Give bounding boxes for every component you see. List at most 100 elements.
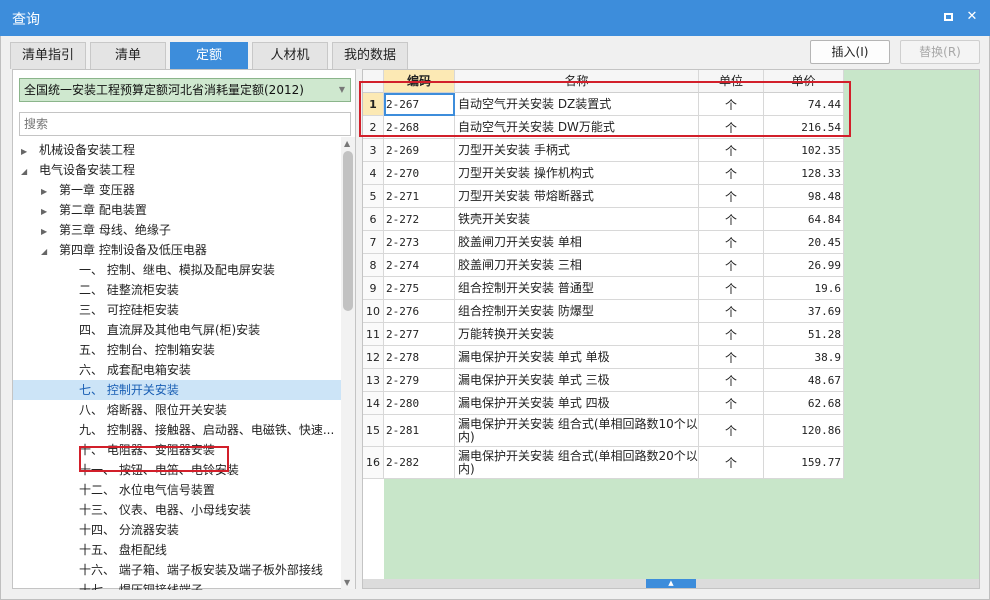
cell-unit[interactable]: 个 bbox=[699, 300, 764, 323]
close-icon[interactable]: ✕ bbox=[964, 9, 980, 25]
cell-price[interactable]: 102.35 bbox=[764, 139, 844, 162]
cell-code[interactable]: 2-270 bbox=[384, 162, 455, 185]
tree-item[interactable]: 九、 控制器、接触器、启动器、电磁铁、快速... bbox=[13, 420, 341, 440]
search-input[interactable] bbox=[19, 112, 351, 136]
cell-unit[interactable]: 个 bbox=[699, 208, 764, 231]
cell-name[interactable]: 胶盖闸刀开关安装 单相 bbox=[455, 231, 699, 254]
tree-item[interactable]: 六、 成套配电箱安装 bbox=[13, 360, 341, 380]
chevron-down-icon[interactable]: ▼ bbox=[339, 79, 345, 101]
maximize-icon[interactable] bbox=[940, 9, 956, 25]
tree-item[interactable]: 三、 可控硅柜安装 bbox=[13, 300, 341, 320]
cell-name[interactable]: 漏电保护开关安装 组合式(单相回路数20个以内) bbox=[455, 447, 699, 479]
cell-code[interactable]: 2-280 bbox=[384, 392, 455, 415]
cell-unit[interactable]: 个 bbox=[699, 323, 764, 346]
cell-price[interactable]: 48.67 bbox=[764, 369, 844, 392]
cell-code[interactable]: 2-279 bbox=[384, 369, 455, 392]
tree-item[interactable]: 八、 熔断器、限位开关安装 bbox=[13, 400, 341, 420]
cell-unit[interactable]: 个 bbox=[699, 139, 764, 162]
cell-unit[interactable]: 个 bbox=[699, 447, 764, 479]
cell-price[interactable]: 20.45 bbox=[764, 231, 844, 254]
cell-unit[interactable]: 个 bbox=[699, 415, 764, 447]
cell-code[interactable]: 2-272 bbox=[384, 208, 455, 231]
scroll-thumb[interactable] bbox=[343, 151, 353, 311]
tree-item[interactable]: ▶ 机械设备安装工程 bbox=[13, 140, 341, 160]
scroll-up-icon[interactable]: ▲ bbox=[344, 139, 350, 148]
cell-name[interactable]: 漏电保护开关安装 单式 四极 bbox=[455, 392, 699, 415]
tree-item[interactable]: 二、 硅整流柜安装 bbox=[13, 280, 341, 300]
cell-unit[interactable]: 个 bbox=[699, 277, 764, 300]
expand-icon[interactable]: ▶ bbox=[21, 142, 31, 160]
tree-item[interactable]: 十二、 水位电气信号装置 bbox=[13, 480, 341, 500]
cell-price[interactable]: 26.99 bbox=[764, 254, 844, 277]
cell-code[interactable]: 2-273 bbox=[384, 231, 455, 254]
cell-price[interactable]: 120.86 bbox=[764, 415, 844, 447]
tab-my-data[interactable]: 我的数据 bbox=[332, 42, 408, 69]
replace-button[interactable]: 替换(R) bbox=[900, 40, 980, 64]
cell-name[interactable]: 刀型开关安装 手柄式 bbox=[455, 139, 699, 162]
cell-unit[interactable]: 个 bbox=[699, 185, 764, 208]
cell-name[interactable]: 万能转换开关安装 bbox=[455, 323, 699, 346]
cell-price[interactable]: 98.48 bbox=[764, 185, 844, 208]
tree-item[interactable]: 一、 控制、继电、模拟及配电屏安装 bbox=[13, 260, 341, 280]
cell-name[interactable]: 组合控制开关安装 防爆型 bbox=[455, 300, 699, 323]
cell-code[interactable]: 2-278 bbox=[384, 346, 455, 369]
cell-price[interactable]: 62.68 bbox=[764, 392, 844, 415]
cell-code[interactable]: 2-269 bbox=[384, 139, 455, 162]
cell-name[interactable]: 漏电保护开关安装 单式 单极 bbox=[455, 346, 699, 369]
cell-price[interactable]: 64.84 bbox=[764, 208, 844, 231]
library-select[interactable]: 全国统一安装工程预算定额河北省消耗量定额(2012) ▼ bbox=[19, 78, 351, 102]
cell-unit[interactable]: 个 bbox=[699, 369, 764, 392]
tree-item[interactable]: 七、 控制开关安装 bbox=[13, 380, 341, 400]
collapse-icon[interactable]: ◢ bbox=[21, 162, 31, 180]
tree-item[interactable]: 十三、 仪表、电器、小母线安装 bbox=[13, 500, 341, 520]
cell-code[interactable]: 2-275 bbox=[384, 277, 455, 300]
cell-price[interactable]: 159.77 bbox=[764, 447, 844, 479]
cell-code[interactable]: 2-271 bbox=[384, 185, 455, 208]
cell-unit[interactable]: 个 bbox=[699, 231, 764, 254]
insert-button[interactable]: 插入(I) bbox=[810, 40, 890, 64]
cell-code[interactable]: 2-282 bbox=[384, 447, 455, 479]
cell-price[interactable]: 38.9 bbox=[764, 346, 844, 369]
tree-item[interactable]: ▶ 第二章 配电装置 bbox=[13, 200, 341, 220]
cell-name[interactable]: 胶盖闸刀开关安装 三相 bbox=[455, 254, 699, 277]
cell-name[interactable]: 漏电保护开关安装 组合式(单相回路数10个以内) bbox=[455, 415, 699, 447]
tab-bill[interactable]: 清单 bbox=[90, 42, 166, 69]
cell-code[interactable]: 2-274 bbox=[384, 254, 455, 277]
collapse-handle-icon[interactable]: ▲ bbox=[646, 579, 696, 588]
cell-name[interactable]: 组合控制开关安装 普通型 bbox=[455, 277, 699, 300]
cell-price[interactable]: 19.6 bbox=[764, 277, 844, 300]
expand-icon[interactable]: ▶ bbox=[41, 222, 51, 240]
tree-scrollbar[interactable]: ▲ ▼ bbox=[341, 137, 355, 589]
cell-code[interactable]: 2-281 bbox=[384, 415, 455, 447]
scroll-down-icon[interactable]: ▼ bbox=[344, 578, 350, 587]
cell-name[interactable]: 铁壳开关安装 bbox=[455, 208, 699, 231]
tree-item[interactable]: 五、 控制台、控制箱安装 bbox=[13, 340, 341, 360]
cell-price[interactable]: 37.69 bbox=[764, 300, 844, 323]
tree-item[interactable]: 十五、 盘柜配线 bbox=[13, 540, 341, 560]
expand-icon[interactable]: ▶ bbox=[41, 202, 51, 220]
collapse-icon[interactable]: ◢ bbox=[41, 242, 51, 260]
tree-item[interactable]: ◢ 电气设备安装工程 bbox=[13, 160, 341, 180]
cell-name[interactable]: 刀型开关安装 带熔断器式 bbox=[455, 185, 699, 208]
tab-labor-material-machine[interactable]: 人材机 bbox=[252, 42, 328, 69]
tab-bill-guide[interactable]: 清单指引 bbox=[10, 42, 86, 69]
cell-code[interactable]: 2-277 bbox=[384, 323, 455, 346]
cell-name[interactable]: 刀型开关安装 操作机构式 bbox=[455, 162, 699, 185]
tree-item[interactable]: 十四、 分流器安装 bbox=[13, 520, 341, 540]
tree-item[interactable]: ◢ 第四章 控制设备及低压电器 bbox=[13, 240, 341, 260]
tab-quota[interactable]: 定额 bbox=[170, 42, 248, 69]
cell-code[interactable]: 2-276 bbox=[384, 300, 455, 323]
cell-price[interactable]: 128.33 bbox=[764, 162, 844, 185]
tree-item[interactable]: ▶ 第三章 母线、绝缘子 bbox=[13, 220, 341, 240]
tree-item[interactable]: 十六、 端子箱、端子板安装及端子板外部接线 bbox=[13, 560, 341, 580]
cell-unit[interactable]: 个 bbox=[699, 254, 764, 277]
expand-icon[interactable]: ▶ bbox=[41, 182, 51, 200]
grid-scrollbar[interactable]: ▲ bbox=[363, 579, 979, 588]
cell-unit[interactable]: 个 bbox=[699, 392, 764, 415]
cell-unit[interactable]: 个 bbox=[699, 162, 764, 185]
tree-item[interactable]: ▶ 第一章 变压器 bbox=[13, 180, 341, 200]
tree-item[interactable]: 四、 直流屏及其他电气屏(柜)安装 bbox=[13, 320, 341, 340]
cell-name[interactable]: 漏电保护开关安装 单式 三极 bbox=[455, 369, 699, 392]
tree-item[interactable]: 十七、 焊压铜接线端子 bbox=[13, 580, 341, 590]
cell-price[interactable]: 51.28 bbox=[764, 323, 844, 346]
